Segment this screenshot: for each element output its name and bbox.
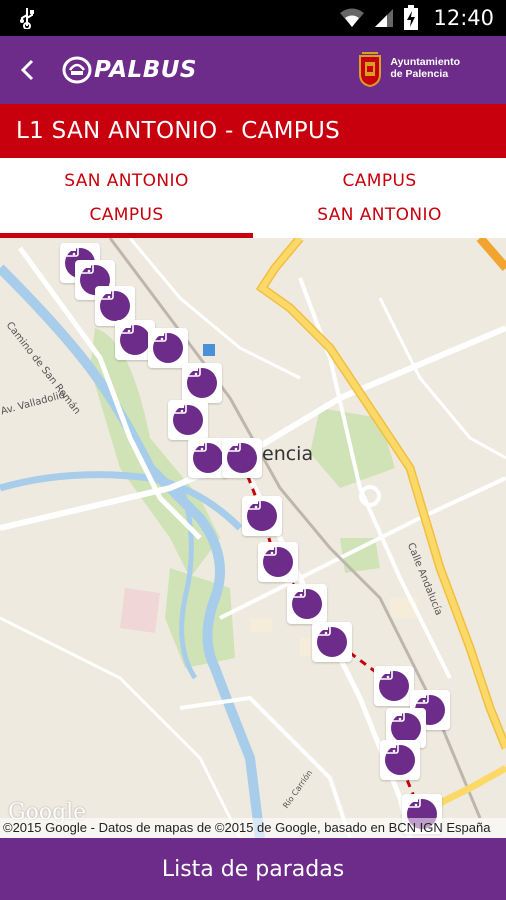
bus-stop-icon [149,328,183,363]
tab-san-antonio-campus[interactable]: SAN ANTONIO CAMPUS [0,158,253,238]
municipality-logo: Ayuntamiento de Palencia [356,48,460,88]
municipality-line1: Ayuntamiento [390,56,460,68]
bus-stop-icon [223,438,257,473]
bus-stop-marker[interactable] [242,496,282,536]
bus-stop-icon [183,363,217,398]
status-time: 12:40 [433,6,494,30]
bus-stop-icon [313,622,347,657]
bus-stop-icon [169,400,203,435]
tab-origin-label: SAN ANTONIO [64,171,189,191]
status-bar: 12:40 [0,0,506,36]
crest-icon [359,52,382,88]
palbus-logo: PALBUS [62,56,197,84]
bus-stop-marker[interactable] [374,666,414,706]
bus-stop-icon [381,740,415,775]
line-header: L1 SAN ANTONIO - CAMPUS [0,104,506,158]
chevron-left-icon [20,59,34,81]
signal-icon [375,9,394,27]
bus-stop-marker[interactable] [168,400,208,440]
bus-stop-icon [259,542,293,577]
route-map[interactable]: Av. Valladolid Camino de San Román Calle… [0,238,506,838]
tab-origin-label: CAMPUS [342,171,417,191]
bus-stop-icon [375,666,409,701]
palbus-logo-icon [62,56,92,84]
app-bar: PALBUS Ayuntamiento de Palencia [0,36,506,104]
bus-stop-icon [288,584,322,619]
bus-stop-marker[interactable] [287,584,327,624]
bus-stop-marker[interactable] [148,328,188,368]
map-copyright: ©2015 Google - Datos de mapas de ©2015 d… [0,818,506,838]
tab-destination-label: SAN ANTONIO [317,205,442,225]
bus-stop-icon [189,438,223,473]
bus-stop-marker[interactable] [380,740,420,780]
municipality-line2: de Palencia [390,68,449,80]
map-city-label: encia [262,443,314,465]
tab-campus-san-antonio[interactable]: CAMPUS SAN ANTONIO [253,158,506,238]
map-background [0,238,506,838]
tab-destination-label: CAMPUS [89,205,164,225]
stops-list-button[interactable]: Lista de paradas [0,838,506,900]
bus-stop-marker[interactable] [222,438,262,478]
bus-stop-icon [387,708,421,743]
bus-stop-icon [243,496,277,531]
bus-stop-marker[interactable] [258,542,298,582]
back-button[interactable] [10,52,46,88]
bus-stop-icon [116,320,150,355]
bus-stop-marker[interactable] [182,363,222,403]
line-title: L1 SAN ANTONIO - CAMPUS [16,118,340,144]
usb-icon [20,8,34,29]
wifi-icon [340,8,365,27]
battery-charging-icon [404,5,419,30]
bus-stop-icon [96,286,130,321]
direction-tabs: SAN ANTONIO CAMPUS CAMPUS SAN ANTONIO [0,158,506,238]
logo-text: PALBUS [94,57,197,83]
bus-stop-marker[interactable] [312,622,352,662]
stops-list-label: Lista de paradas [161,856,345,882]
